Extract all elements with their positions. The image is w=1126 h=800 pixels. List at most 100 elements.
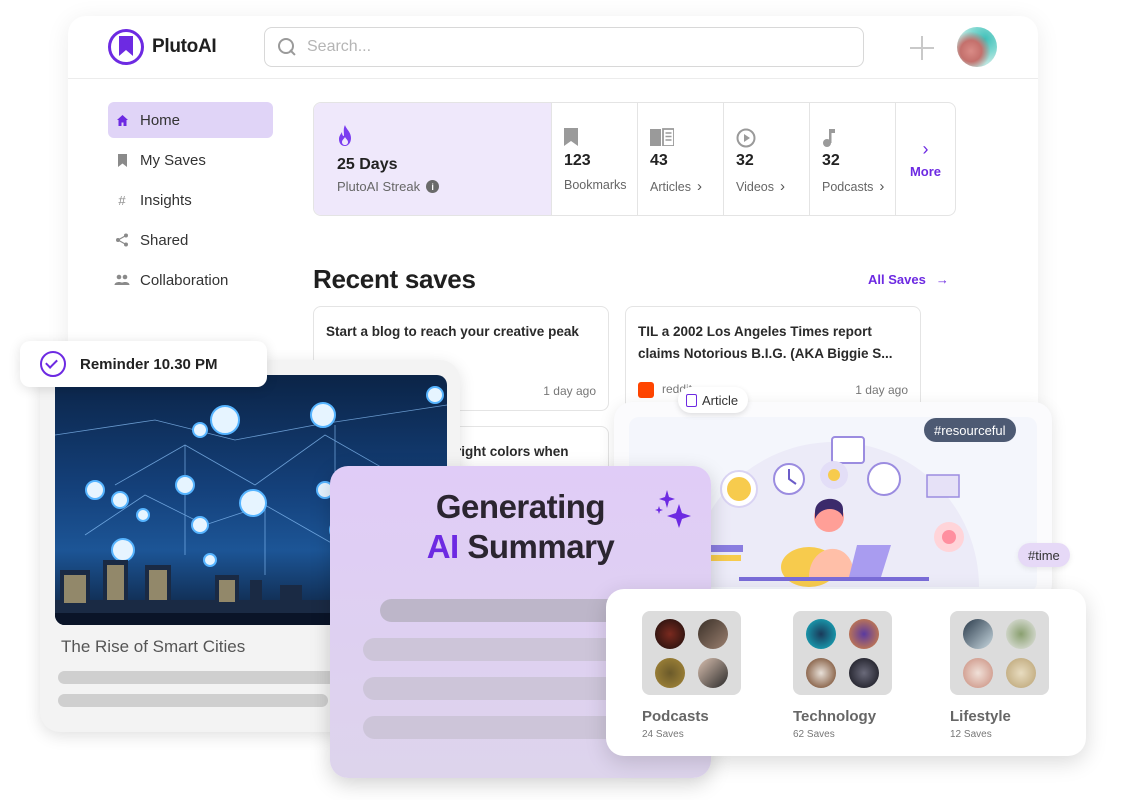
categories-card: Podcasts 24 Saves Technology 62 Saves Li… bbox=[606, 589, 1086, 756]
category-count: 62 Saves bbox=[793, 729, 835, 740]
sidebar-item-label: Shared bbox=[140, 231, 189, 249]
stat-value: 32 bbox=[822, 152, 840, 169]
streak-card: 25 Days PlutoAI Streak i bbox=[314, 103, 552, 215]
sidebar-item-shared[interactable]: Shared bbox=[108, 222, 273, 258]
bookmark-icon bbox=[114, 152, 130, 168]
thumbnail bbox=[849, 658, 879, 688]
all-saves-link[interactable]: All Saves → bbox=[868, 272, 949, 287]
city-card-title: The Rise of Smart Cities bbox=[61, 637, 246, 656]
hash-icon: # bbox=[118, 192, 126, 208]
ai-heading-rest: Summary bbox=[467, 528, 615, 565]
logo-icon bbox=[108, 29, 144, 65]
sidebar-item-my-saves[interactable]: My Saves bbox=[108, 142, 273, 178]
stat-label: Videos bbox=[736, 179, 774, 194]
sidebar-item-label: My Saves bbox=[140, 151, 206, 169]
more-label: More bbox=[909, 164, 942, 179]
stat-value: 32 bbox=[736, 152, 754, 169]
category-name: Technology bbox=[793, 708, 877, 725]
ai-accent-text: AI bbox=[426, 528, 460, 565]
thumbnail bbox=[1006, 619, 1036, 649]
stat-podcasts[interactable]: 32 Podcasts › bbox=[810, 103, 896, 215]
reminder-chip[interactable]: Reminder 10.30 PM bbox=[20, 341, 267, 387]
category-technology[interactable]: Technology 62 Saves bbox=[793, 611, 892, 740]
sidebar-item-collaboration[interactable]: Collaboration bbox=[108, 262, 273, 298]
sidebar: Home My Saves # Insights Shared Collabor… bbox=[108, 102, 273, 302]
chevron-right-icon: › bbox=[922, 139, 929, 159]
category-thumbnails bbox=[793, 611, 892, 695]
skeleton-line bbox=[58, 671, 358, 684]
people-icon bbox=[114, 272, 130, 288]
stats-strip: 25 Days PlutoAI Streak i 123 Bookmarks 4… bbox=[313, 102, 956, 216]
category-count: 12 Saves bbox=[950, 729, 992, 740]
save-title: TIL a 2002 Los Angeles Times report clai… bbox=[638, 324, 893, 361]
avatar[interactable] bbox=[957, 27, 997, 67]
arrow-right-icon: → bbox=[935, 272, 949, 287]
info-icon[interactable]: i bbox=[426, 180, 440, 193]
add-button[interactable] bbox=[910, 36, 934, 60]
category-name: Lifestyle bbox=[950, 708, 1011, 725]
more-button[interactable]: › More bbox=[896, 103, 955, 215]
thumbnail bbox=[806, 619, 836, 649]
chevron-right-icon: › bbox=[780, 178, 785, 195]
home-icon bbox=[114, 112, 130, 128]
stat-label: Articles bbox=[650, 179, 691, 194]
save-time: 1 day ago bbox=[543, 384, 596, 398]
thumbnail bbox=[655, 619, 685, 649]
skeleton-line bbox=[58, 694, 328, 707]
sidebar-item-label: Insights bbox=[140, 191, 192, 209]
search-input[interactable] bbox=[307, 38, 827, 56]
thumbnail bbox=[849, 619, 879, 649]
thumbnail bbox=[698, 619, 728, 649]
stat-bookmarks[interactable]: 123 Bookmarks bbox=[552, 103, 638, 215]
stat-value: 123 bbox=[564, 152, 591, 169]
sidebar-item-label: Home bbox=[140, 111, 181, 129]
category-podcasts[interactable]: Podcasts 24 Saves bbox=[642, 611, 741, 740]
music-note-icon bbox=[822, 128, 895, 150]
top-bar: PlutoAI bbox=[68, 16, 1038, 79]
search-bar[interactable] bbox=[264, 27, 864, 67]
share-icon bbox=[114, 232, 130, 248]
sidebar-item-label: Collaboration bbox=[140, 271, 229, 289]
section-title: Recent saves bbox=[313, 264, 476, 294]
stat-label: Podcasts bbox=[822, 179, 874, 194]
brand-name: PlutoAI bbox=[152, 36, 217, 57]
stat-articles[interactable]: 43 Articles › bbox=[638, 103, 724, 215]
save-title: Start a blog to reach your creative peak bbox=[326, 324, 579, 339]
sidebar-item-home[interactable]: Home bbox=[108, 102, 273, 138]
save-card[interactable]: TIL a 2002 Los Angeles Times report clai… bbox=[625, 306, 921, 411]
thumbnail bbox=[963, 619, 993, 649]
category-count: 24 Saves bbox=[642, 729, 684, 740]
thumbnail bbox=[963, 658, 993, 688]
thumbnail bbox=[1006, 658, 1036, 688]
tag-label: Article bbox=[702, 392, 739, 408]
tag-time[interactable]: #time bbox=[1018, 543, 1070, 567]
tag-article[interactable]: Article bbox=[678, 387, 749, 413]
stat-label: Bookmarks bbox=[564, 178, 627, 192]
reddit-icon bbox=[638, 382, 654, 398]
chevron-right-icon: › bbox=[696, 178, 702, 195]
streak-value: 25 Days bbox=[337, 156, 398, 173]
tag-resourceful[interactable]: #resourceful bbox=[924, 418, 1016, 442]
reminder-text: Reminder 10.30 PM bbox=[80, 355, 218, 373]
stat-videos[interactable]: 32 Videos › bbox=[724, 103, 810, 215]
all-saves-label: All Saves bbox=[868, 272, 926, 287]
stat-value: 43 bbox=[650, 152, 668, 169]
category-lifestyle[interactable]: Lifestyle 12 Saves bbox=[950, 611, 1049, 740]
thumbnail bbox=[698, 658, 728, 688]
bookmark-icon bbox=[564, 128, 637, 150]
logo[interactable]: PlutoAI bbox=[108, 29, 217, 65]
ai-heading-line1: Generating bbox=[435, 488, 606, 525]
chevron-right-icon: › bbox=[879, 178, 885, 195]
category-name: Podcasts bbox=[642, 708, 709, 725]
sidebar-item-insights[interactable]: # Insights bbox=[108, 182, 273, 218]
category-thumbnails bbox=[950, 611, 1049, 695]
book-icon bbox=[650, 128, 723, 150]
streak-label: PlutoAI Streak bbox=[337, 179, 421, 194]
alarm-clock-icon bbox=[40, 351, 66, 377]
flame-icon bbox=[339, 125, 351, 146]
article-icon bbox=[686, 393, 697, 407]
thumbnail bbox=[806, 658, 836, 688]
search-icon bbox=[277, 37, 297, 57]
ai-heading-line2: AI Summary bbox=[330, 528, 711, 566]
category-thumbnails bbox=[642, 611, 741, 695]
